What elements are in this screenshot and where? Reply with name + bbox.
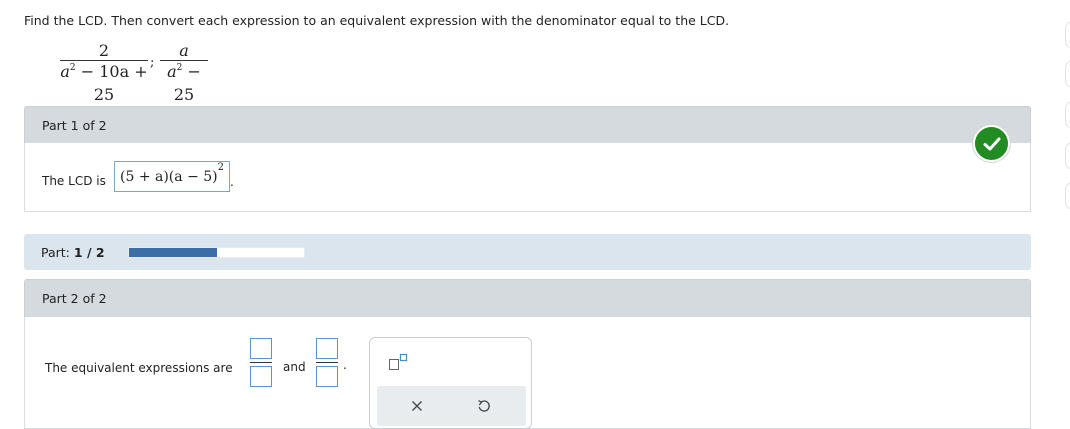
part2-header-label: Part 2 of 2 [42,291,107,306]
answer-2-numerator-input[interactable] [316,338,338,359]
fraction-2: a a2 − 25 [160,41,208,104]
close-icon [412,401,422,411]
lcd-answer-exponent: 2 [217,162,224,173]
math-palette [369,337,532,429]
side-tab-2[interactable] [1065,60,1070,88]
fraction-1-numerator: 2 [98,41,110,60]
side-tab-5[interactable] [1065,182,1070,210]
palette-actions [377,386,526,426]
fraction-separator: ; [150,55,155,70]
answer-fraction-1 [250,338,272,387]
answer-1-denominator-input[interactable] [250,366,272,387]
answer-period: . [343,358,347,372]
undo-icon [478,399,490,412]
part1-body: The LCD is (5 + a)(a − 5) 2 . [24,143,1031,212]
side-tab-3[interactable] [1065,101,1070,129]
part1-header-label: Part 1 of 2 [42,117,107,133]
answer-2-denominator-input[interactable] [316,366,338,387]
lcd-answer-text: (5 + a)(a − 5) [120,168,218,185]
part1-header: Part 1 of 2 [24,106,1031,143]
part-progress: Part: 1 / 2 [24,234,1031,270]
clear-button[interactable] [404,394,430,418]
progress-bar-fill [129,248,217,257]
equivalent-expressions-label: The equivalent expressions are [45,361,233,375]
answer-fraction-2 [316,338,338,387]
and-label: and [283,360,306,374]
side-tab-1[interactable] [1065,21,1070,49]
progress-value: 1 / 2 [73,244,105,260]
correct-check-icon [973,125,1010,162]
progress-bar [128,247,305,258]
superscript-box-icon[interactable] [388,353,410,371]
part2-header: Part 2 of 2 [24,279,1031,317]
progress-label: Part: [41,244,70,260]
fraction-2-denominator: a2 − 25 [167,62,201,104]
fraction-2-numerator: a [179,41,189,60]
lcd-label: The LCD is [42,174,106,188]
lcd-answer-field[interactable]: (5 + a)(a − 5) 2 [114,161,230,192]
undo-button[interactable] [471,394,497,418]
instruction-text: Find the LCD. Then convert each expressi… [24,13,730,28]
fraction-1-denominator: a2 − 10a + 25 [60,62,148,104]
side-tab-4[interactable] [1065,142,1070,170]
answer-1-numerator-input[interactable] [250,338,272,359]
lcd-period: . [230,175,234,189]
fraction-1: 2 a2 − 10a + 25 [60,41,148,104]
